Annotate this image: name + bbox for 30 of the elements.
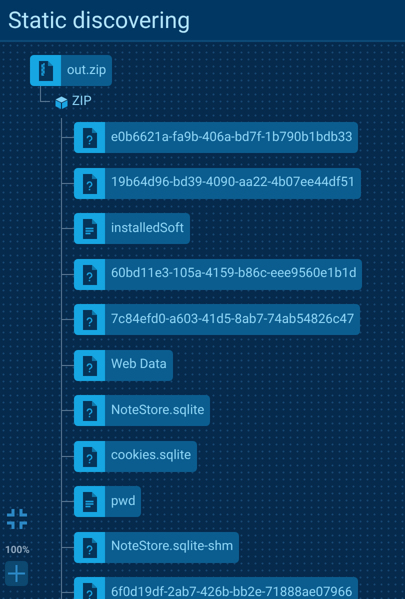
file-node[interactable]: pwd — [74, 486, 142, 517]
zoom-level: 100% — [5, 546, 30, 556]
unknown-file-icon — [74, 440, 105, 472]
unknown-file-icon — [74, 258, 105, 290]
unknown-file-icon — [74, 532, 105, 562]
zoom-in-button[interactable] — [5, 561, 28, 586]
file-node[interactable]: 19b64d96-bd39-4090-aa22-4b07ee44df51 — [74, 168, 362, 198]
text-file-icon — [74, 486, 105, 517]
file-node[interactable]: NoteStore.sqlite — [74, 395, 210, 426]
file-node[interactable]: NoteStore.sqlite-shm — [74, 532, 240, 562]
page-title: Static discovering — [8, 8, 190, 32]
file-node[interactable]: 7c84efd0-a603-41d5-8ab7-74ab54826c47 — [74, 304, 360, 335]
folder-label[interactable]: ZIP — [72, 92, 92, 112]
file-node[interactable]: e0b6621a-fa9b-406a-bd7f-1b790b1bdb33 — [74, 122, 358, 153]
unknown-file-icon — [74, 395, 105, 426]
file-node[interactable]: Web Data — [74, 350, 173, 380]
unknown-file-icon — [74, 122, 105, 153]
unknown-file-icon — [74, 168, 105, 198]
file-node[interactable]: 60bd11e3-105a-4159-b86c-eee9560e1b1d — [74, 258, 362, 290]
unknown-file-icon — [74, 350, 105, 380]
file-node[interactable]: cookies.sqlite — [74, 440, 197, 472]
file-node[interactable]: 6f0d19df-2ab7-426b-bb2e-71888ae07966 — [74, 577, 358, 599]
cube-icon — [55, 96, 68, 108]
unknown-file-icon — [74, 304, 105, 335]
collapse-icon[interactable] — [6, 508, 28, 530]
file-node[interactable]: out.zip — [30, 55, 112, 86]
plus-icon — [8, 565, 25, 582]
text-file-icon — [74, 213, 105, 244]
zip-file-icon — [30, 55, 61, 86]
file-node[interactable]: installedSoft — [74, 213, 190, 244]
